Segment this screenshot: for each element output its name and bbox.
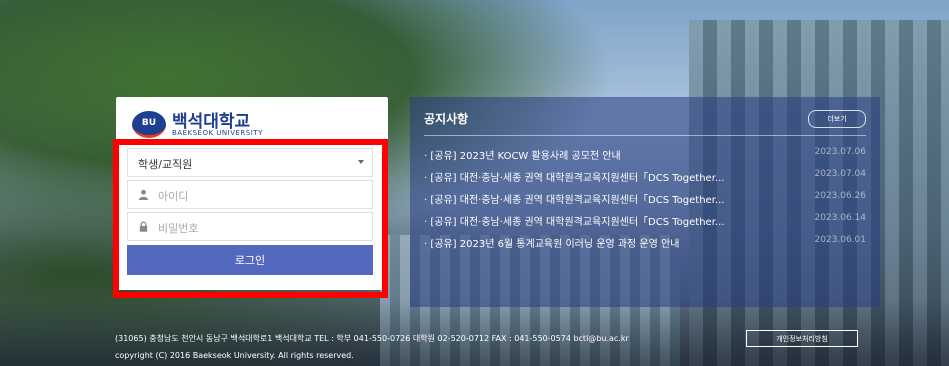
notice-item-date: 2023.07.06	[814, 147, 866, 157]
lock-icon	[139, 221, 148, 232]
notice-item[interactable]: · [공유] 2023년 6월 통계교육원 이러닝 운영 과정 운영 안내 20…	[424, 235, 866, 251]
more-button[interactable]: 더보기	[808, 110, 866, 128]
notice-item-date: 2023.06.14	[814, 213, 866, 223]
password-placeholder: 비밀번호	[158, 222, 199, 235]
notice-item-date: 2023.06.01	[814, 235, 866, 245]
university-logo: BU 백석대학교 BAEKSEOK UNIVERSITY	[132, 107, 332, 138]
id-placeholder: 아이디	[158, 190, 189, 203]
notice-panel: 공지사항 더보기 · [공유] 2023년 KOCW 활용사례 공모전 안내 2…	[410, 97, 880, 307]
login-button[interactable]: 로그인	[127, 245, 373, 275]
notice-item[interactable]: · [공유] 대전·충남·세종 권역 대학원격교육지원센터「DCS Togeth…	[424, 191, 866, 207]
notice-title: 공지사항	[424, 112, 469, 126]
notice-item-title: · [공유] 대전·충남·세종 권역 대학원격교육지원센터「DCS Togeth…	[424, 195, 725, 206]
notice-item[interactable]: · [공유] 2023년 KOCW 활용사례 공모전 안내 2023.07.06	[424, 147, 866, 163]
password-field[interactable]: 비밀번호	[127, 212, 373, 241]
notice-item[interactable]: · [공유] 대전·충남·세종 권역 대학원격교육지원센터「DCS Togeth…	[424, 213, 866, 229]
notice-item-date: 2023.07.04	[814, 169, 866, 179]
footer-copyright: copyright (C) 2016 Baekseok University. …	[115, 351, 354, 360]
notice-item[interactable]: · [공유] 대전·충남·세종 권역 대학원격교육지원센터「DCS Togeth…	[424, 169, 866, 185]
id-field[interactable]: 아이디	[127, 180, 373, 209]
logo-badge: BU	[132, 111, 166, 138]
notice-divider	[424, 135, 866, 136]
user-type-select[interactable]: 학생/교직원	[127, 148, 373, 177]
notice-item-date: 2023.06.26	[814, 191, 866, 201]
logo-name-en: BAEKSEOK UNIVERSITY	[172, 129, 263, 137]
privacy-policy-link[interactable]: 개인정보처리방침	[746, 330, 858, 347]
notice-item-title: · [공유] 대전·충남·세종 권역 대학원격교육지원센터「DCS Togeth…	[424, 217, 725, 228]
notice-item-title: · [공유] 2023년 6월 통계교육원 이러닝 운영 과정 운영 안내	[424, 239, 680, 250]
notice-item-title: · [공유] 대전·충남·세종 권역 대학원격교육지원센터「DCS Togeth…	[424, 173, 725, 184]
user-icon	[138, 189, 149, 200]
chevron-down-icon	[358, 160, 364, 164]
user-type-value: 학생/교직원	[138, 158, 193, 171]
footer-address: (31065) 충청남도 천안시 동남구 백석대학로1 백석대학교 TEL : …	[115, 334, 629, 343]
notice-item-title: · [공유] 2023년 KOCW 활용사례 공모전 안내	[424, 151, 621, 162]
